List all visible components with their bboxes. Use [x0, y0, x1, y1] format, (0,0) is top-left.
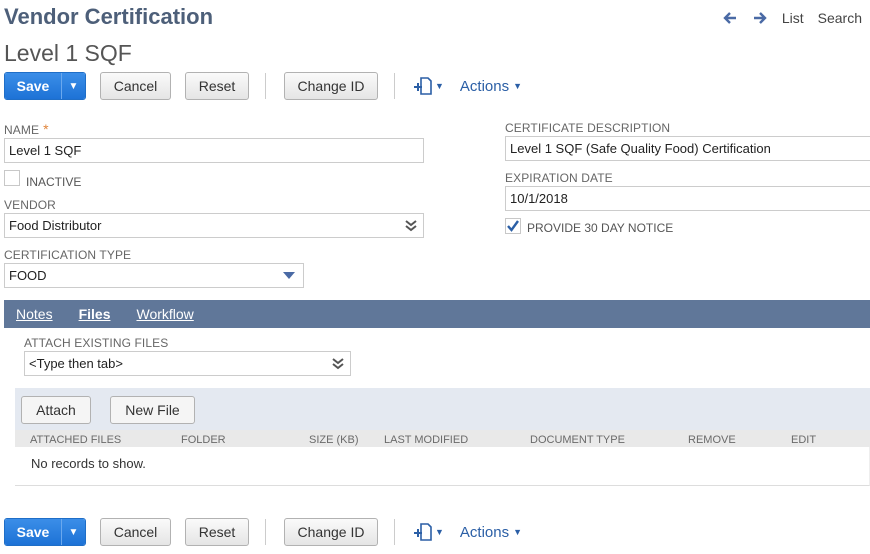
divider: [394, 519, 395, 545]
chevron-down-icon: ▼: [435, 81, 444, 91]
new-document-icon: [414, 523, 432, 541]
divider: [394, 73, 395, 99]
certificate-description-label: CERTIFICATE DESCRIPTION: [505, 121, 671, 135]
required-marker: *: [43, 121, 49, 137]
expiration-date-input[interactable]: 10/1/2018: [505, 186, 870, 211]
provide-notice-checkbox-row: PROVIDE 30 DAY NOTICE: [505, 216, 673, 235]
divider: [265, 73, 266, 99]
new-document-menu[interactable]: ▼: [413, 76, 444, 96]
provide-notice-label: PROVIDE 30 DAY NOTICE: [527, 221, 674, 235]
forward-arrow-icon[interactable]: [752, 10, 768, 26]
column-header-attached-files[interactable]: ATTACHED FILES: [30, 434, 121, 446]
actions-menu[interactable]: Actions ▼: [460, 78, 522, 95]
divider: [265, 519, 266, 545]
name-input[interactable]: Level 1 SQF: [4, 138, 424, 163]
top-button-bar: Save ▼ Cancel Reset Change ID ▼ Actions …: [4, 72, 522, 100]
actions-label: Actions: [459, 523, 510, 541]
files-toolbar: Attach New File: [15, 388, 870, 430]
tab-files[interactable]: Files: [79, 306, 111, 322]
certification-type-value: FOOD: [9, 268, 47, 283]
name-field-label: NAME *: [4, 121, 49, 137]
chevron-down-icon: ▼: [435, 527, 444, 537]
certification-type-select[interactable]: FOOD: [4, 263, 304, 288]
change-id-button[interactable]: Change ID: [284, 72, 378, 100]
save-dropdown-button[interactable]: ▼: [61, 73, 85, 99]
vendor-label: VENDOR: [4, 198, 56, 212]
certificate-description-input[interactable]: Level 1 SQF (Safe Quality Food) Certific…: [505, 136, 870, 161]
tab-workflow[interactable]: Workflow: [136, 306, 193, 322]
files-grid-empty-message: No records to show.: [15, 447, 870, 486]
page-title: Vendor Certification: [4, 4, 214, 29]
change-id-button[interactable]: Change ID: [284, 518, 378, 546]
cancel-button[interactable]: Cancel: [100, 518, 171, 546]
save-dropdown-button[interactable]: ▼: [61, 519, 85, 545]
certification-type-label: CERTIFICATION TYPE: [4, 248, 132, 262]
subtab-bar: Notes Files Workflow: [4, 300, 870, 328]
expiration-date-label: EXPIRATION DATE: [505, 171, 613, 185]
attached-files-panel: Attach New File ATTACHED FILES FOLDER SI…: [15, 388, 870, 486]
checkmark-icon: [507, 219, 519, 232]
search-link[interactable]: Search: [818, 10, 862, 26]
reset-button[interactable]: Reset: [185, 72, 249, 100]
attach-existing-files-label: ATTACH EXISTING FILES: [24, 336, 169, 350]
tab-notes[interactable]: Notes: [16, 306, 53, 322]
cancel-button[interactable]: Cancel: [100, 72, 171, 100]
attach-existing-files-placeholder: <Type then tab>: [29, 356, 123, 371]
inactive-label: INACTIVE: [26, 175, 82, 189]
save-button[interactable]: Save: [5, 73, 61, 99]
save-button[interactable]: Save: [5, 519, 61, 545]
chevron-down-icon: ▼: [513, 527, 523, 537]
column-header-folder[interactable]: FOLDER: [181, 434, 226, 446]
column-header-edit[interactable]: EDIT: [791, 434, 816, 446]
column-header-size[interactable]: SIZE (KB): [309, 434, 359, 446]
record-navigation: List Search: [722, 10, 862, 26]
files-grid-header: ATTACHED FILES FOLDER SIZE (KB) LAST MOD…: [15, 430, 870, 447]
double-chevron-icon[interactable]: [332, 357, 344, 370]
inactive-checkbox-row: INACTIVE: [4, 167, 81, 189]
record-name: Level 1 SQF: [4, 40, 132, 66]
column-header-document-type[interactable]: DOCUMENT TYPE: [530, 434, 625, 446]
actions-label: Actions: [459, 77, 510, 95]
chevron-down-icon: ▼: [68, 80, 79, 92]
chevron-down-icon: ▼: [68, 526, 79, 538]
column-header-last-modified[interactable]: LAST MODIFIED: [384, 434, 468, 446]
bottom-button-bar: Save ▼ Cancel Reset Change ID ▼ Actions …: [4, 518, 522, 546]
chevron-down-icon: [283, 272, 295, 279]
back-arrow-icon[interactable]: [722, 10, 738, 26]
reset-button[interactable]: Reset: [185, 518, 249, 546]
provide-notice-checkbox[interactable]: [505, 217, 521, 234]
save-button-group: Save ▼: [4, 518, 86, 546]
save-button-group: Save ▼: [4, 72, 86, 100]
double-chevron-icon[interactable]: [405, 219, 417, 232]
new-file-button[interactable]: New File: [110, 396, 195, 424]
vendor-select[interactable]: Food Distributor: [4, 213, 424, 238]
attach-button[interactable]: Attach: [21, 396, 91, 424]
new-document-menu[interactable]: ▼: [413, 522, 444, 542]
inactive-checkbox[interactable]: [4, 170, 20, 186]
column-header-remove[interactable]: REMOVE: [688, 434, 736, 446]
attach-existing-files-input[interactable]: <Type then tab>: [24, 351, 351, 376]
vendor-value: Food Distributor: [9, 218, 102, 233]
list-link[interactable]: List: [782, 10, 804, 26]
actions-menu[interactable]: Actions ▼: [460, 524, 522, 541]
new-document-icon: [414, 77, 432, 95]
chevron-down-icon: ▼: [513, 81, 523, 91]
